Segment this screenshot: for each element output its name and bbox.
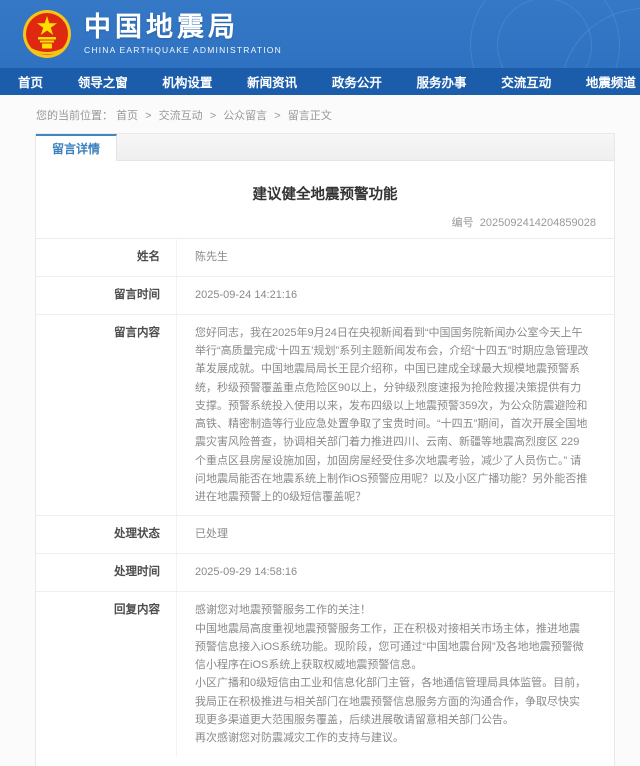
reply-line: 感谢您对地震预警服务工作的关注！ — [195, 604, 371, 617]
reply-line: 中国地震局高度重视地震预警服务工作，正在积极对接相关市场主体，推进地震预警信息接… — [195, 622, 584, 672]
reply-line: 小区广播和0级短信由工业和信息化部门主管，各地通信管理局具体监管。目前，我局正在… — [195, 677, 587, 726]
decorative-circle — [560, 8, 640, 68]
site-title-block: 中国地震局 CHINA EARTHQUAKE ADMINISTRATION — [84, 11, 282, 56]
tab-message-details[interactable]: 留言详情 — [36, 134, 118, 161]
nav-item-leadership[interactable]: 领导之窗 — [78, 72, 128, 91]
tab-strip: 留言详情 — [36, 134, 614, 161]
reply-line: 再次感谢您对防震减灾工作的支持与建议。 — [195, 732, 404, 745]
field-value-reply-content: 感谢您对地震预警服务工作的关注！ 中国地震局高度重视地震预警服务工作，正在积极对… — [176, 592, 614, 757]
breadcrumb-public-messages[interactable]: 公众留言 — [223, 110, 267, 122]
field-label-reply-content: 回复内容 — [114, 604, 160, 617]
message-number: 编号 2025092414204859028 — [36, 214, 614, 238]
field-label-message-content: 留言内容 — [114, 326, 160, 339]
main-nav: 首页 领导之窗 机构设置 新闻资讯 政务公开 服务办事 交流互动 地震频道 — [0, 68, 640, 95]
nav-item-organization[interactable]: 机构设置 — [162, 72, 212, 91]
national-emblem-logo — [23, 10, 71, 58]
nav-item-services[interactable]: 服务办事 — [417, 72, 467, 91]
table-row-message-content: 留言内容 您好同志，我在2025年9月24日在央视新闻看到“中国国务院新闻办公室… — [36, 314, 614, 517]
site-subtitle: CHINA EARTHQUAKE ADMINISTRATION — [84, 45, 282, 56]
field-value-message-content: 您好同志，我在2025年9月24日在央视新闻看到“中国国务院新闻办公室今天上午举… — [176, 314, 614, 516]
table-row-status: 处理状态 已处理 — [36, 516, 614, 555]
table-row-reply-content: 回复内容 感谢您对地震预警服务工作的关注！ 中国地震局高度重视地震预警服务工作，… — [36, 592, 614, 757]
field-label-message-time: 留言时间 — [114, 288, 160, 301]
message-number-value: 2025092414204859028 — [479, 217, 596, 229]
nav-item-home[interactable]: 首页 — [18, 72, 43, 91]
message-title: 建议健全地震预警功能 — [252, 187, 398, 203]
field-value-process-time: 2025-09-29 14:58:16 — [176, 554, 614, 592]
panel-body: 建议健全地震预警功能 编号 2025092414204859028 姓名 陈先生… — [36, 161, 614, 766]
nav-item-earthquake-channel[interactable]: 地震频道 — [586, 72, 636, 91]
message-detail-panel: 留言详情 建议健全地震预警功能 编号 2025092414204859028 姓… — [35, 133, 615, 766]
status-badge: 已处理 — [176, 516, 614, 554]
nav-item-gov-affairs[interactable]: 政务公开 — [332, 72, 382, 91]
breadcrumb-interaction[interactable]: 交流互动 — [159, 110, 203, 122]
breadcrumb-separator: > — [209, 110, 217, 122]
field-label-status: 处理状态 — [114, 528, 160, 541]
site-title: 中国地震局 — [84, 11, 239, 42]
site-header: 中国地震局 CHINA EARTHQUAKE ADMINISTRATION — [0, 0, 640, 68]
breadcrumb-message-body: 留言正文 — [287, 110, 332, 122]
breadcrumb-separator: > — [145, 110, 152, 122]
message-number-label: 编号 — [451, 217, 474, 229]
breadcrumb-prefix: 您的当前位置： — [36, 110, 113, 122]
table-row-name: 姓名 陈先生 — [36, 239, 614, 277]
breadcrumb-separator: > — [274, 110, 281, 122]
table-row-message-time: 留言时间 2025-09-24 14:21:16 — [36, 276, 614, 315]
nav-item-news[interactable]: 新闻资讯 — [247, 72, 297, 91]
field-value-message-time: 2025-09-24 14:21:16 — [176, 276, 614, 314]
field-label-name: 姓名 — [137, 251, 160, 263]
field-label-process-time: 处理时间 — [114, 566, 160, 579]
breadcrumb-home[interactable]: 首页 — [116, 110, 138, 122]
nav-item-interaction[interactable]: 交流互动 — [501, 72, 551, 91]
detail-table: 姓名 陈先生 留言时间 2025-09-24 14:21:16 留言内容 您好同… — [36, 238, 614, 757]
breadcrumb: 您的当前位置： 首页 > 交流互动 > 公众留言 > 留言正文 — [0, 95, 640, 131]
table-row-process-time: 处理时间 2025-09-29 14:58:16 — [36, 554, 614, 593]
field-value-name: 陈先生 — [176, 239, 614, 276]
decorative-circle — [497, 0, 592, 68]
decorative-circle — [470, 0, 620, 68]
